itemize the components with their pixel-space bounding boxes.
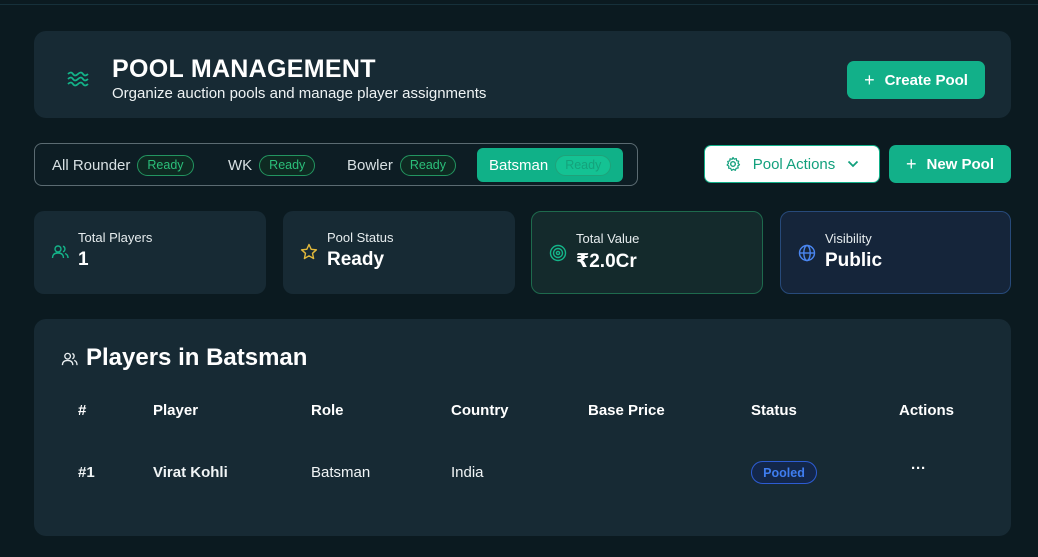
players-section-title: Players in Batsman xyxy=(86,344,308,371)
new-pool-button[interactable]: + New Pool xyxy=(889,145,1011,183)
pool-actions-label: Pool Actions xyxy=(752,155,836,173)
stat-label: Pool Status xyxy=(327,230,394,245)
stat-value: Public xyxy=(825,250,883,271)
page-subtitle: Organize auction pools and manage player… xyxy=(112,85,487,102)
stat-label: Total Players xyxy=(78,230,153,245)
stat-value: 1 xyxy=(78,249,89,270)
users-icon xyxy=(51,245,69,259)
stat-card-pool-status: Pool Status Ready xyxy=(283,211,515,294)
chevron-down-icon xyxy=(848,160,859,168)
tab-label: WK xyxy=(228,156,253,174)
column-header-actions: Actions xyxy=(899,402,955,419)
header-card: POOL MANAGEMENT Organize auction pools a… xyxy=(34,31,1011,118)
tab-batsman[interactable]: Batsman Ready xyxy=(477,148,624,182)
status-badge: Ready xyxy=(399,154,456,176)
column-header-role[interactable]: Role xyxy=(311,402,344,419)
stat-value: Ready xyxy=(327,249,385,270)
stat-card-total-players: Total Players 1 xyxy=(34,211,266,294)
plus-icon: + xyxy=(864,70,875,90)
gear-icon xyxy=(726,156,740,171)
players-card: Players in Batsman # Player Role Country… xyxy=(34,319,1011,536)
stat-card-total-value: Total Value ₹2.0Cr xyxy=(531,211,763,294)
tab-label: Bowler xyxy=(347,156,393,174)
tab-all-rounder[interactable]: All Rounder Ready xyxy=(52,148,202,182)
plus-icon: + xyxy=(905,154,917,174)
stat-value: ₹2.0Cr xyxy=(576,251,637,272)
waves-icon xyxy=(67,71,89,87)
tab-label: All Rounder xyxy=(52,156,131,174)
status-badge: Ready xyxy=(137,154,194,176)
status-badge: Pooled xyxy=(751,461,817,484)
create-pool-button[interactable]: + Create Pool xyxy=(847,61,985,99)
tab-wk[interactable]: WK Ready xyxy=(228,148,323,182)
player-country: India xyxy=(451,464,484,481)
column-header-base-price[interactable]: Base Price xyxy=(588,402,665,419)
column-header-player[interactable]: Player xyxy=(153,402,198,419)
pool-tabs: All Rounder Ready WK Ready Bowler Ready … xyxy=(34,143,638,186)
pool-actions-button[interactable]: Pool Actions xyxy=(704,145,880,183)
star-icon xyxy=(300,243,318,260)
column-header-status[interactable]: Status xyxy=(751,402,797,419)
more-actions-icon[interactable]: ··· xyxy=(911,460,926,477)
row-index: #1 xyxy=(78,464,95,481)
tab-bowler[interactable]: Bowler Ready xyxy=(347,148,464,182)
player-role: Batsman xyxy=(311,464,371,481)
stat-card-visibility: Visibility Public xyxy=(780,211,1011,294)
column-header-index: # xyxy=(78,402,87,419)
status-badge: Ready xyxy=(259,154,316,176)
player-name: Virat Kohli xyxy=(153,464,228,481)
new-pool-label: New Pool xyxy=(926,155,995,173)
create-pool-label: Create Pool xyxy=(884,71,968,89)
users-icon xyxy=(61,352,78,366)
page-title: POOL MANAGEMENT xyxy=(112,55,376,83)
stat-label: Total Value xyxy=(576,231,640,246)
target-icon xyxy=(549,244,567,262)
top-divider xyxy=(0,4,1038,5)
stat-label: Visibility xyxy=(825,231,872,246)
globe-icon xyxy=(798,244,816,262)
tab-label: Batsman xyxy=(489,156,549,174)
column-header-country[interactable]: Country xyxy=(451,402,509,419)
status-badge: Ready xyxy=(555,154,612,176)
